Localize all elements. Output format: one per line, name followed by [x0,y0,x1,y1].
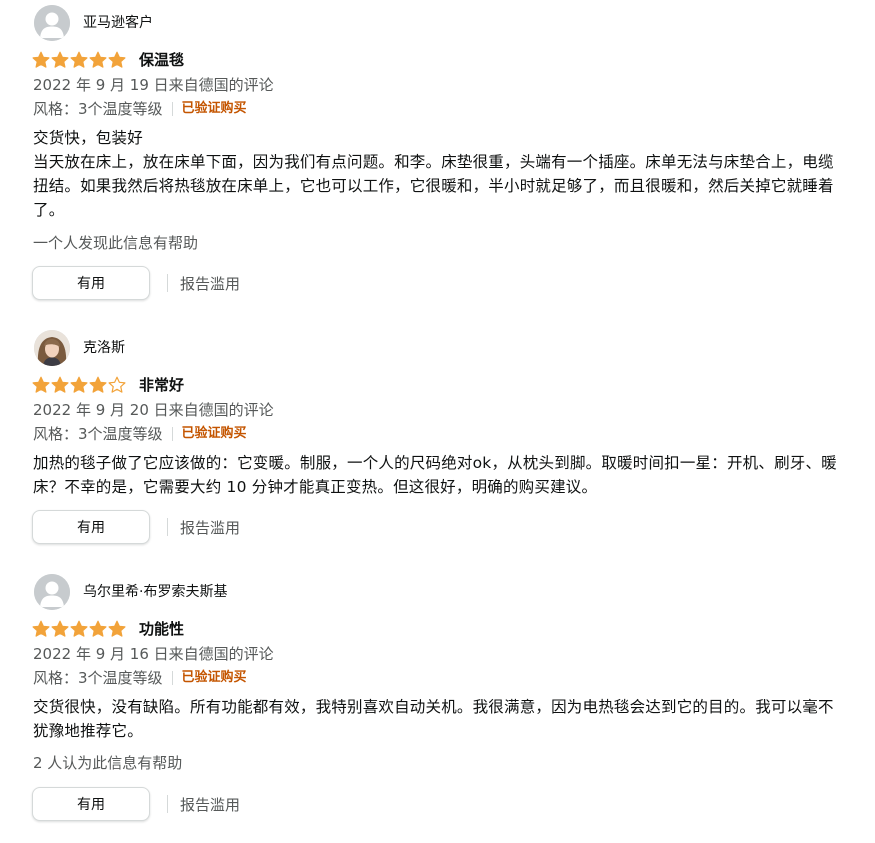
star-rating[interactable] [32,620,126,638]
report-abuse-link[interactable]: 报告滥用 [180,273,240,294]
verified-purchase-badge: 已验证购买 [181,426,247,441]
star-filled-icon [89,376,107,394]
star-filled-icon [108,620,126,638]
rating-row: 非常好 [32,375,184,395]
review-actions: 有用 报告滥用 [32,265,240,301]
star-filled-icon [32,51,50,69]
review-date: 2022 年 9 月 19 日来自德国的评论 [33,76,274,94]
review-text-line: 交货快，包装好 [33,129,143,147]
star-filled-icon [32,620,50,638]
star-filled-icon [51,51,69,69]
review-date: 2022 年 9 月 20 日来自德国的评论 [33,401,274,419]
review-title[interactable]: 功能性 [139,619,184,639]
star-filled-icon [89,51,107,69]
variant-label[interactable]: 风格：3个温度等级 [33,99,163,119]
divider [171,671,173,685]
rating-row: 功能性 [32,619,184,639]
helpful-button[interactable]: 有用 [32,510,150,544]
review-actions: 有用 报告滥用 [32,509,240,545]
star-filled-icon [108,51,126,69]
star-filled-icon [70,376,88,394]
star-empty-icon [108,376,126,394]
review-date: 2022 年 9 月 16 日来自德国的评论 [33,645,274,663]
helpful-count: 一个人发现此信息有帮助 [33,234,199,252]
default-avatar-icon[interactable] [34,574,70,610]
variant-line: 风格：3个温度等级 已验证购买 [33,668,247,688]
star-filled-icon [51,620,69,638]
helpful-count: 2 人认为此信息有帮助 [33,754,183,772]
review-body: 加热的毯子做了它应该做的：它变暖。制服，一个人的尺码绝对ok，从枕头到脚。取暖时… [33,451,848,499]
divider [167,795,168,813]
reviewer-name[interactable]: 克洛斯 [83,339,125,357]
star-filled-icon [89,620,107,638]
divider [171,427,173,441]
verified-purchase-badge: 已验证购买 [181,670,247,685]
report-abuse-link[interactable]: 报告滥用 [180,794,240,815]
divider [167,274,168,292]
review-text-line: 加热的毯子做了它应该做的：它变暖。制服，一个人的尺码绝对ok，从枕头到脚。取暖时… [33,454,837,496]
review-title[interactable]: 保温毯 [139,50,184,70]
variant-label[interactable]: 风格：3个温度等级 [33,668,163,688]
variant-line: 风格：3个温度等级 已验证购买 [33,424,247,444]
helpful-button[interactable]: 有用 [32,266,150,300]
star-filled-icon [32,376,50,394]
variant-label[interactable]: 风格：3个温度等级 [33,424,163,444]
review-text-line: 交货很快，没有缺陷。所有功能都有效，我特别喜欢自动关机。我很满意，因为电热毯会达… [33,698,834,740]
verified-purchase-badge: 已验证购买 [181,101,247,116]
review-text-line: 当天放在床上，放在床单下面，因为我们有点问题。和李。床垫很重，头端有一个插座。床… [33,153,834,219]
default-avatar-icon[interactable] [34,5,70,41]
variant-line: 风格：3个温度等级 已验证购买 [33,99,247,119]
review-body: 交货很快，没有缺陷。所有功能都有效，我特别喜欢自动关机。我很满意，因为电热毯会达… [33,695,848,743]
star-filled-icon [70,620,88,638]
divider [171,102,173,116]
reviewer-name[interactable]: 亚马逊客户 [83,14,153,32]
review-body: 交货快，包装好 当天放在床上，放在床单下面，因为我们有点问题。和李。床垫很重，头… [33,126,848,222]
rating-row: 保温毯 [32,50,184,70]
user-photo-avatar[interactable] [34,330,70,366]
star-filled-icon [70,51,88,69]
report-abuse-link[interactable]: 报告滥用 [180,517,240,538]
star-rating[interactable] [32,51,126,69]
star-rating[interactable] [32,376,126,394]
helpful-button[interactable]: 有用 [32,787,150,821]
star-filled-icon [51,376,69,394]
review-actions: 有用 报告滥用 [32,786,240,822]
review-title[interactable]: 非常好 [139,375,184,395]
reviewer-name[interactable]: 乌尔里希·布罗索夫斯基 [83,583,227,601]
divider [167,518,168,536]
